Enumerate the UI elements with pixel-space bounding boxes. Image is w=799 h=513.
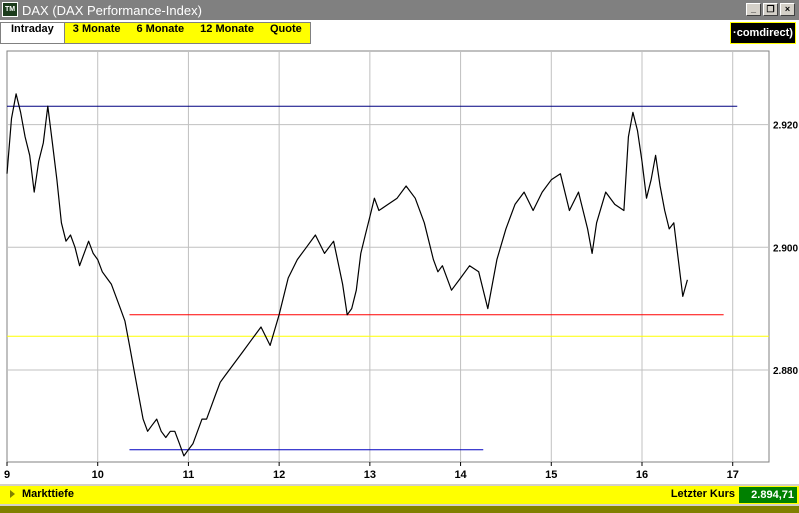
last-price-label: Letzter Kurs: [670, 488, 735, 500]
tab-quote[interactable]: Quote: [262, 23, 310, 43]
x-tick-label: 15: [545, 469, 557, 481]
y-tick-label: 2.880: [773, 366, 798, 377]
x-tick-label: 16: [636, 469, 648, 481]
window-title: DAX (DAX Performance-Index): [22, 3, 202, 18]
tab-intraday[interactable]: Intraday: [1, 23, 65, 43]
x-tick-label: 9: [4, 469, 10, 481]
app-icon: TM: [2, 2, 18, 17]
y-tick-label: 2.920: [773, 121, 798, 132]
price-chart: 9 10 11 12 13 14 15 16 17 2.880 2.900 2.920: [4, 50, 798, 481]
bottom-border: [0, 506, 799, 513]
x-tick-label: 13: [364, 469, 376, 481]
markttiefe-link[interactable]: Markttiefe: [22, 488, 74, 500]
restore-button[interactable]: ❐: [763, 3, 778, 16]
x-tick-label: 10: [92, 469, 104, 481]
comdirect-logo: ·comdirect): [730, 22, 796, 44]
title-bar: TM DAX (DAX Performance-Index) _ ❐ ×: [0, 0, 799, 20]
close-button[interactable]: ×: [780, 3, 795, 16]
tab-6-monate[interactable]: 6 Monate: [128, 23, 192, 43]
tab-12-monate[interactable]: 12 Monate: [192, 23, 262, 43]
y-tick-label: 2.900: [773, 243, 798, 254]
timeframe-tabs: Intraday 3 Monate 6 Monate 12 Monate Quo…: [0, 22, 311, 44]
plot-frame: [6, 50, 770, 463]
tab-3-monate[interactable]: 3 Monate: [65, 23, 129, 43]
tab-bar: Intraday 3 Monate 6 Monate 12 Monate Quo…: [0, 20, 799, 46]
x-tick-label: 17: [727, 469, 739, 481]
expand-arrow-icon[interactable]: [10, 490, 15, 498]
chart-area: 9 10 11 12 13 14 15 16 17 2.880 2.900 2.920: [0, 46, 799, 484]
last-price-value: 2.894,71: [739, 487, 797, 503]
status-bar: Markttiefe Letzter Kurs 2.894,71: [0, 486, 799, 504]
x-tick-label: 14: [454, 469, 467, 481]
x-tick-label: 11: [183, 469, 195, 481]
minimize-button[interactable]: _: [746, 3, 761, 16]
x-tick-label: 12: [273, 469, 285, 481]
